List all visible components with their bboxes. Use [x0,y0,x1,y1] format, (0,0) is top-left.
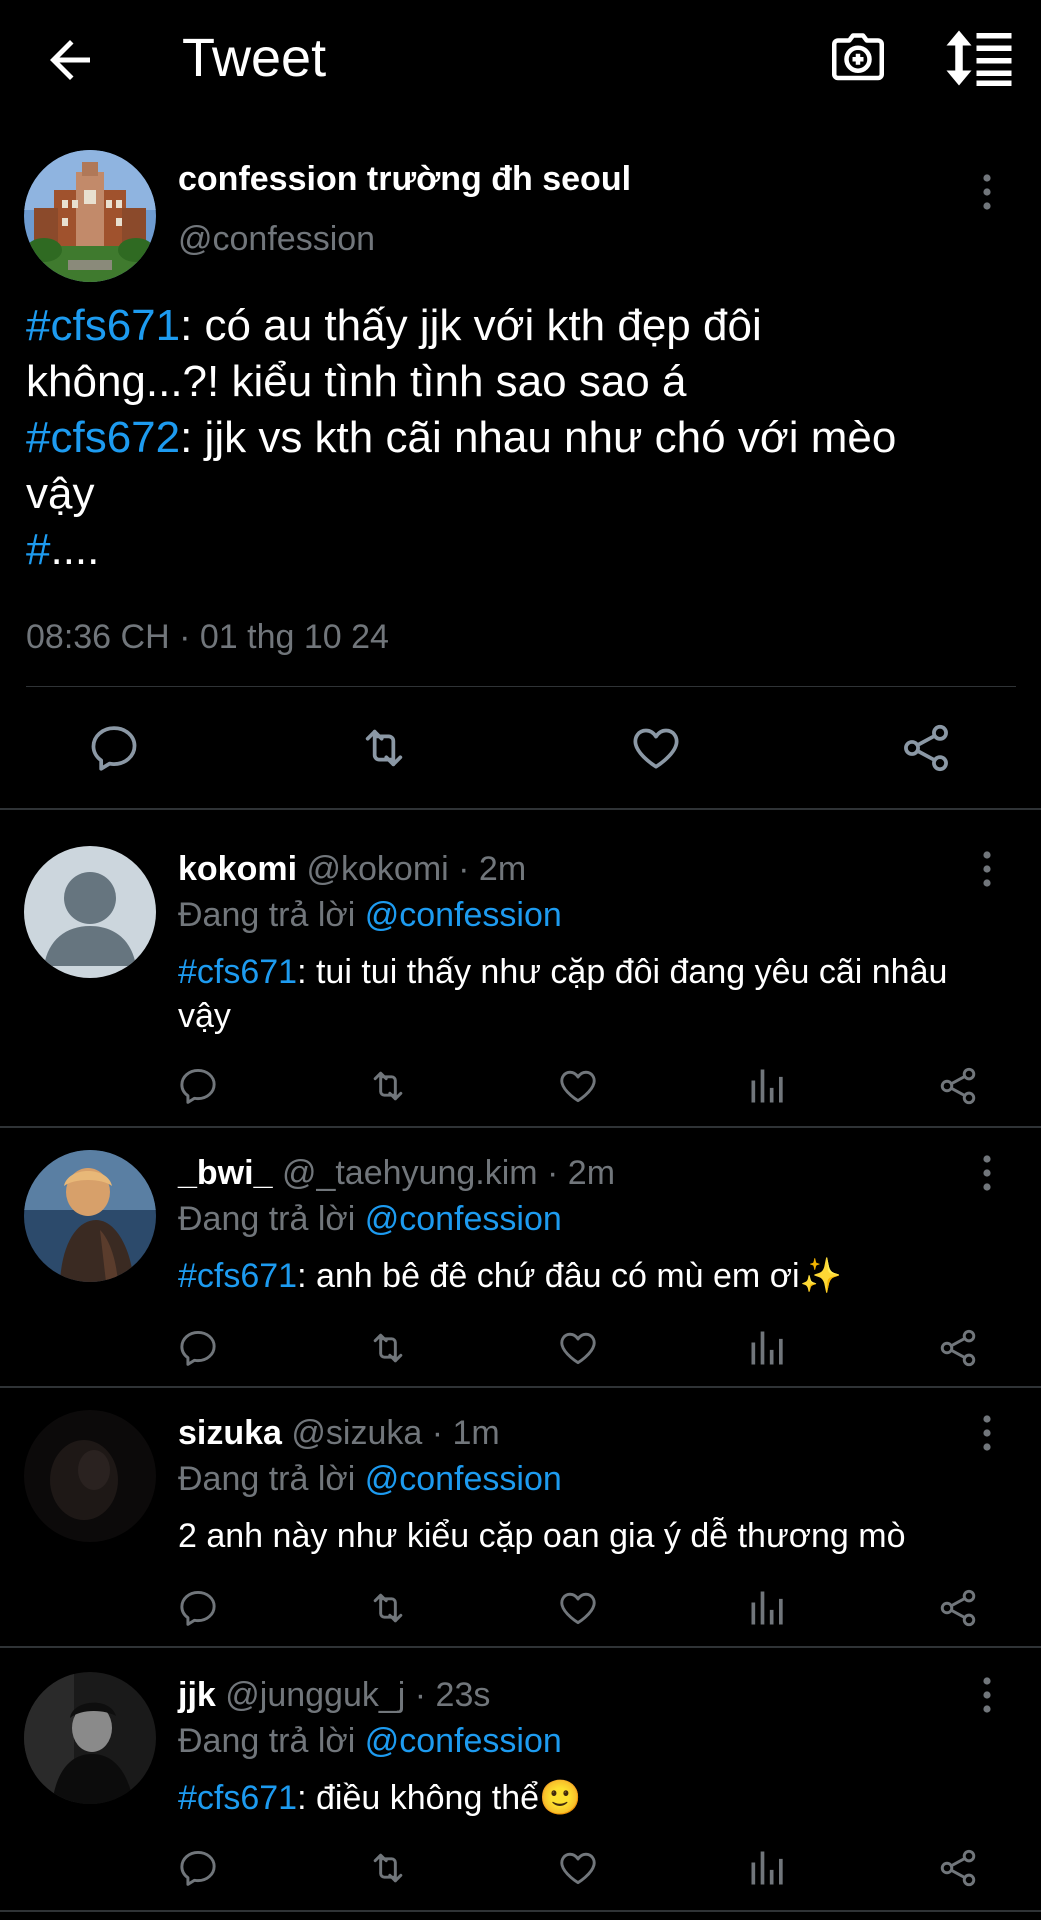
share-icon[interactable] [936,1326,980,1370]
replying-to: Đang trả lời @confession [178,1460,562,1498]
back-arrow-icon[interactable] [40,30,100,90]
tweet-line: #.... [26,525,100,574]
more-options-icon[interactable] [972,1153,1002,1193]
reply-text: #cfs671: điều không thể🙂 [178,1779,582,1817]
top-bar: Tweet [0,0,1041,116]
sort-icon[interactable] [944,28,1014,88]
reply-avatar[interactable] [24,1672,156,1804]
tweet-timestamp: 08:36 CH · 01 thg 10 24 [26,618,389,656]
hashtag-link[interactable]: #cfs671 [178,953,297,991]
analytics-icon[interactable] [746,1064,790,1108]
analytics-icon[interactable] [746,1326,790,1370]
like-icon[interactable] [556,1326,600,1370]
reply-icon[interactable] [176,1846,220,1890]
page-title: Tweet [182,28,327,88]
reply-icon[interactable] [176,1326,220,1370]
hashtag-link[interactable]: #cfs671 [26,301,180,350]
retweet-icon[interactable] [356,720,412,776]
replying-to: Đang trả lời @confession [178,1722,562,1760]
retweet-icon[interactable] [366,1846,410,1890]
reply-author-name[interactable]: jjk @jungguk_j · 23s [178,1676,490,1715]
share-icon[interactable] [936,1586,980,1630]
reply-meta: @_taehyung.kim · 2m [281,1154,616,1192]
reply-text: 2 anh này như kiểu cặp oan gia ý dễ thươ… [178,1517,906,1555]
retweet-icon[interactable] [366,1064,410,1108]
tweet-text: #cfs671: có au thấy jjk với kth đẹp đôi … [26,298,1006,578]
divider [26,686,1016,687]
reply-meta: @kokomi · 2m [306,850,527,888]
tweet-line: #cfs672: jjk vs kth cãi nhau như chó với… [26,413,897,462]
reply-author-name[interactable]: kokomi @kokomi · 2m [178,850,526,889]
reply-avatar[interactable] [24,1150,156,1282]
like-icon[interactable] [628,720,684,776]
camera-plus-icon[interactable] [828,28,888,88]
more-options-icon[interactable] [972,172,1002,212]
hashtag-link[interactable]: #cfs671 [178,1257,297,1295]
replying-to: Đang trả lời @confession [178,1200,562,1238]
share-icon[interactable] [936,1846,980,1890]
more-options-icon[interactable] [972,1675,1002,1715]
analytics-icon[interactable] [746,1586,790,1630]
tweet-line: vậy [26,469,95,518]
more-options-icon[interactable] [972,849,1002,889]
author-handle[interactable]: @confession [178,220,375,259]
mention-link[interactable]: @confession [365,1200,562,1238]
author-avatar[interactable] [24,150,156,282]
hashtag-link[interactable]: # [26,525,50,574]
divider [0,1910,1041,1912]
reply-avatar[interactable] [24,1410,156,1542]
like-icon[interactable] [556,1586,600,1630]
retweet-icon[interactable] [366,1326,410,1370]
reply-text: #cfs671: anh bê đê chứ đâu có mù em ơi✨ [178,1257,842,1295]
share-icon[interactable] [898,720,954,776]
mention-link[interactable]: @confession [365,896,562,934]
reply-icon[interactable] [176,1064,220,1108]
reply-author-name[interactable]: _bwi_ @_taehyung.kim · 2m [178,1154,615,1193]
share-icon[interactable] [936,1064,980,1108]
replying-to: Đang trả lời @confession [178,896,562,934]
hashtag-link[interactable]: #cfs671 [178,1779,297,1817]
reply-text: #cfs671: tui tui thấy như cặp đôi đang y… [178,953,948,1035]
reply-icon[interactable] [176,1586,220,1630]
reply-meta: @sizuka · 1m [291,1414,500,1452]
reply-avatar[interactable] [24,846,156,978]
mention-link[interactable]: @confession [365,1722,562,1760]
reply-icon[interactable] [86,720,142,776]
tweet-line: không...?! kiểu tình tình sao sao á [26,357,687,406]
more-options-icon[interactable] [972,1413,1002,1453]
like-icon[interactable] [556,1064,600,1108]
mention-link[interactable]: @confession [365,1460,562,1498]
author-name[interactable]: confession trường đh seoul [178,160,631,199]
tweet-line: #cfs671: có au thấy jjk với kth đẹp đôi [26,301,762,350]
analytics-icon[interactable] [746,1846,790,1890]
like-icon[interactable] [556,1846,600,1890]
hashtag-link[interactable]: #cfs672 [26,413,180,462]
retweet-icon[interactable] [366,1586,410,1630]
reply-author-name[interactable]: sizuka @sizuka · 1m [178,1414,500,1453]
reply-meta: @jungguk_j · 23s [225,1676,491,1714]
